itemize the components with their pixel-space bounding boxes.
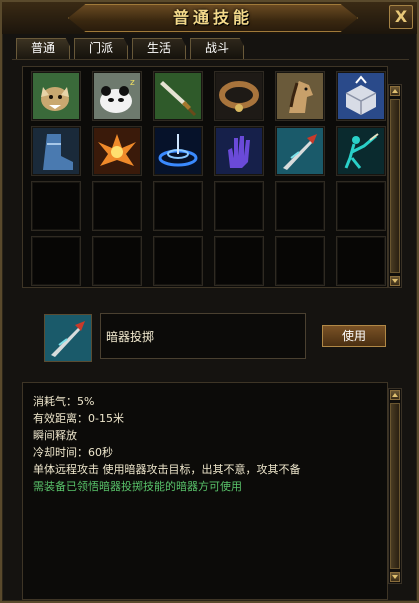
- dart-throw-icon: [277, 128, 323, 174]
- skill-slot[interactable]: [31, 126, 81, 176]
- empty-skill-slot[interactable]: [214, 181, 264, 231]
- skill-slot[interactable]: [275, 126, 325, 176]
- use-button[interactable]: 使用: [322, 325, 386, 347]
- cost-line: 消耗气：5%: [33, 395, 95, 408]
- skill-description-panel: 消耗气：5% 有效距离：0-15米 瞬间释放 冷却时间：60秒 单体远程攻击 使…: [22, 382, 388, 600]
- grid-scroll-thumb[interactable]: [390, 99, 400, 273]
- cast-type-line: 瞬间释放: [33, 429, 77, 442]
- empty-skill-slot[interactable]: [275, 181, 325, 231]
- tab-life[interactable]: 生活: [132, 38, 187, 59]
- flame-burst-icon: [94, 128, 140, 174]
- skill-grid-panel: z: [22, 66, 388, 288]
- scroll-up-arrow-icon[interactable]: [390, 86, 400, 96]
- description-lines: 消耗气：5% 有效距离：0-15米 瞬间释放 冷却时间：60秒 单体远程攻击 使…: [33, 393, 301, 495]
- range-line: 有效距离：0-15米: [33, 412, 124, 425]
- empty-skill-slot[interactable]: [336, 181, 386, 231]
- empty-skill-slot[interactable]: [275, 236, 325, 286]
- selected-skill-name: 暗器投掷: [106, 330, 155, 344]
- skill-slot[interactable]: [336, 126, 386, 176]
- skill-slot[interactable]: [214, 71, 264, 121]
- skill-window: 普通技能 X 普通 门派 生活 战斗 z 暗器投掷 使用 消耗气：5% 有效距离…: [0, 0, 419, 603]
- skill-slot[interactable]: [31, 71, 81, 121]
- empty-skill-slot[interactable]: [153, 236, 203, 286]
- description-scroll-thumb[interactable]: [390, 403, 400, 569]
- close-button[interactable]: X: [389, 5, 413, 29]
- dart-throw-icon: [45, 315, 91, 361]
- empty-skill-slot[interactable]: [336, 236, 386, 286]
- horse-icon: [277, 73, 323, 119]
- tab-bar: 普通 门派 生活 战斗: [16, 38, 245, 60]
- tab-normal[interactable]: 普通: [16, 38, 71, 59]
- skill-slot[interactable]: z: [92, 71, 142, 121]
- tab-sect[interactable]: 门派: [74, 38, 129, 59]
- description-scrollbar[interactable]: [388, 388, 402, 584]
- selected-skill-panel: 暗器投掷: [100, 313, 306, 359]
- scroll-down-arrow-icon[interactable]: [390, 276, 400, 286]
- purple-hand-icon: [216, 128, 262, 174]
- empty-skill-slot[interactable]: [92, 236, 142, 286]
- scroll-up-arrow-icon[interactable]: [390, 390, 400, 400]
- window-title: 普通技能: [172, 8, 253, 27]
- tab-combat[interactable]: 战斗: [190, 38, 245, 59]
- sword-icon: [155, 73, 201, 119]
- scroll-down-arrow-icon[interactable]: [390, 572, 400, 582]
- skill-slot[interactable]: [92, 126, 142, 176]
- svg-text:z: z: [130, 78, 135, 88]
- chest-box-icon: [338, 73, 384, 119]
- boot-icon: [33, 128, 79, 174]
- skill-grid: z: [31, 71, 386, 286]
- tab-divider: [12, 59, 409, 60]
- panda-sleep-icon: z: [94, 73, 140, 119]
- empty-skill-slot[interactable]: [153, 181, 203, 231]
- skill-slot[interactable]: [153, 126, 203, 176]
- skill-slot[interactable]: [336, 71, 386, 121]
- selected-skill-icon: [44, 314, 92, 362]
- skill-slot[interactable]: [275, 71, 325, 121]
- empty-skill-slot[interactable]: [31, 181, 81, 231]
- skill-slot[interactable]: [153, 71, 203, 121]
- requirement-line: 需装备已领悟暗器投掷技能的暗器方可使用: [33, 480, 242, 493]
- empty-skill-slot[interactable]: [31, 236, 81, 286]
- shadow-figure-icon: [338, 128, 384, 174]
- skill-slot[interactable]: [214, 126, 264, 176]
- effect-line: 单体远程攻击 使用暗器攻击目标，出其不意，攻其不备: [33, 463, 301, 476]
- wolf-icon: [33, 73, 79, 119]
- empty-skill-slot[interactable]: [214, 236, 264, 286]
- collar-icon: [216, 73, 262, 119]
- cooldown-line: 冷却时间：60秒: [33, 446, 113, 459]
- empty-skill-slot[interactable]: [92, 181, 142, 231]
- blue-vortex-icon: [155, 128, 201, 174]
- grid-scrollbar[interactable]: [388, 84, 402, 288]
